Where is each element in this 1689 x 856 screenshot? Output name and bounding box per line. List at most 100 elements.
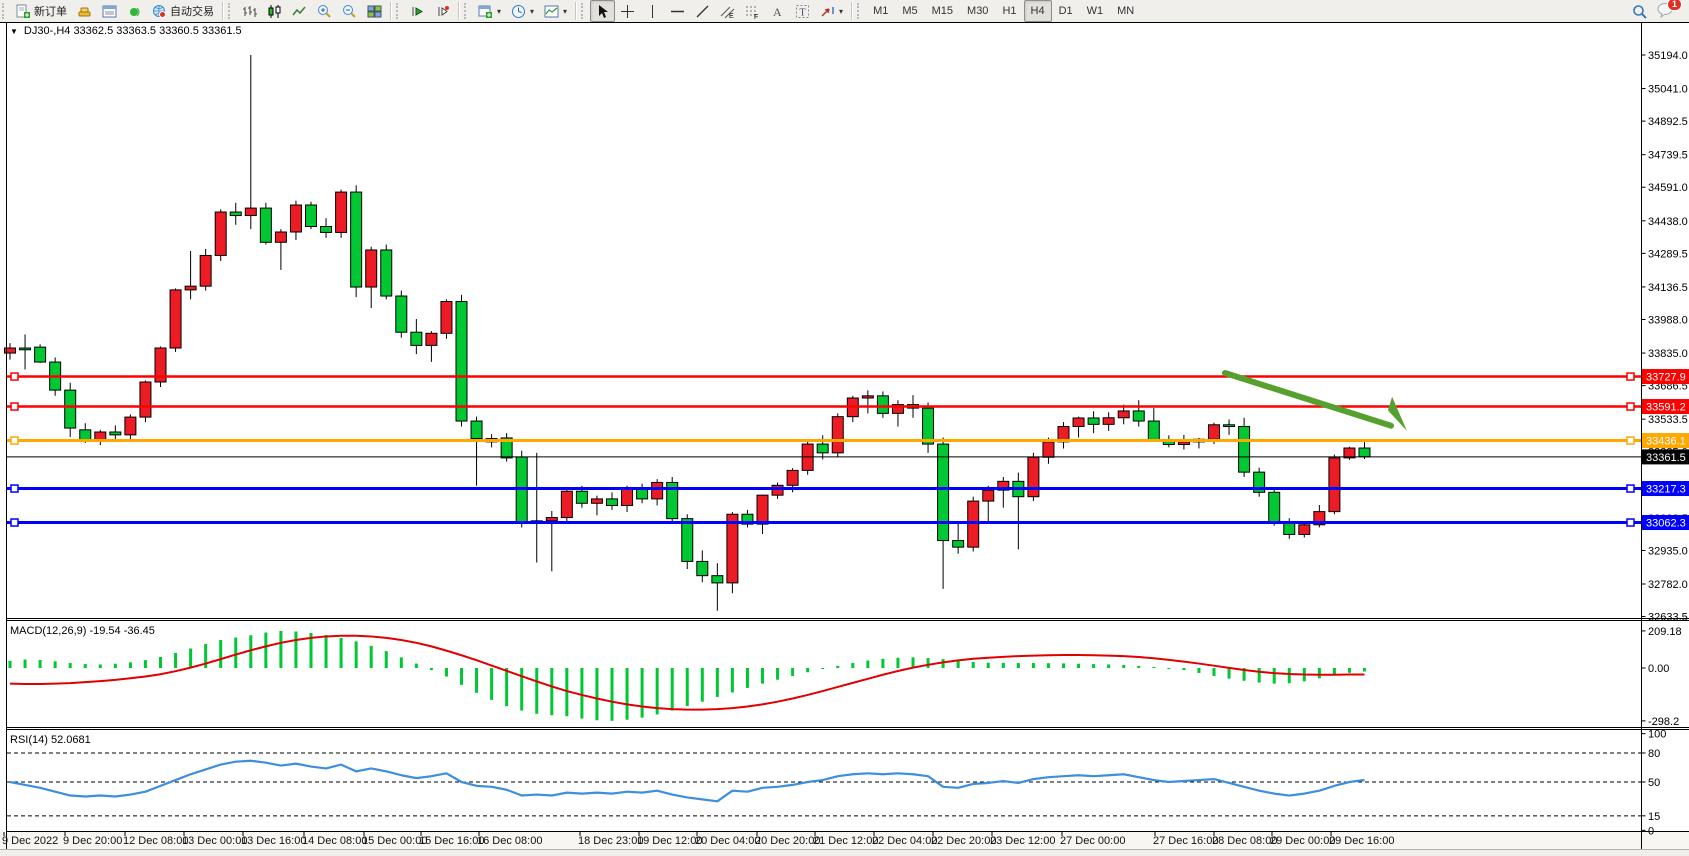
- macd-histogram-bar: [1348, 668, 1351, 673]
- data-window-button[interactable]: [97, 0, 122, 22]
- candle-body: [215, 212, 226, 255]
- template-icon: [544, 4, 559, 19]
- equidistant-channel-button[interactable]: E: [715, 0, 740, 22]
- rsi-line: [10, 761, 1365, 802]
- macd-histogram-bar: [957, 661, 960, 668]
- candle-body: [983, 490, 994, 501]
- price-chart-canvas[interactable]: 35194.035041.034892.534739.534591.034438…: [0, 22, 1689, 856]
- price-axis-label: 34591.0: [1648, 182, 1688, 194]
- chart-window[interactable]: 35194.035041.034892.534739.534591.034438…: [0, 22, 1689, 849]
- toolbar-separator: [458, 2, 459, 20]
- auto-scroll-button[interactable]: [405, 0, 430, 22]
- candle-body: [275, 232, 286, 242]
- zoom-in-button[interactable]: [312, 0, 337, 22]
- macd-histogram-bar: [1152, 667, 1155, 668]
- trendline-icon: [695, 4, 710, 19]
- period-button[interactable]: ▾: [506, 0, 539, 22]
- timeframe-d1-button[interactable]: D1: [1052, 0, 1080, 22]
- macd-histogram-bar: [294, 631, 297, 668]
- chart-shift-button[interactable]: [430, 0, 455, 22]
- macd-histogram-bar: [686, 668, 689, 706]
- time-axis-label: 20 Dec 04:00: [695, 835, 760, 847]
- new-chart-button[interactable]: ▾: [473, 0, 506, 22]
- timeframe-w1-button[interactable]: W1: [1080, 0, 1111, 22]
- candle-body: [65, 390, 76, 428]
- line-handle: [1627, 373, 1634, 380]
- timeframe-h4-button[interactable]: H4: [1024, 0, 1052, 22]
- candle-body: [561, 491, 572, 517]
- text-label-button[interactable]: T: [790, 0, 815, 22]
- candle-body: [1269, 492, 1280, 522]
- notifications-button[interactable]: 1: [1657, 2, 1675, 21]
- market-depth-button[interactable]: [72, 0, 97, 22]
- rsi-axis-label: 100: [1648, 729, 1666, 741]
- macd-histogram-bar: [279, 631, 282, 668]
- toolbar-separator: [222, 2, 223, 20]
- search-icon[interactable]: [1632, 4, 1647, 19]
- macd-histogram-bar: [234, 638, 237, 668]
- macd-histogram-bar: [174, 653, 177, 668]
- text-button[interactable]: A: [765, 0, 790, 22]
- candle-body: [245, 208, 256, 215]
- autotrading-button[interactable]: 自动交易: [147, 0, 219, 22]
- price-axis-label: 32633.5: [1648, 612, 1688, 624]
- period-icon: [511, 4, 526, 19]
- period-button-caret-icon[interactable]: ▾: [530, 7, 534, 16]
- market-depth-icon: [77, 4, 92, 19]
- candle-body: [336, 192, 347, 232]
- signals-button[interactable]: [122, 0, 147, 22]
- trendline-button[interactable]: [690, 0, 715, 22]
- new-chart-button-caret-icon[interactable]: ▾: [497, 7, 501, 16]
- toolbar-grip: [581, 3, 588, 19]
- timeframe-m1-button[interactable]: M1: [866, 0, 895, 22]
- fibonacci-icon: F: [745, 4, 760, 19]
- line-chart-button[interactable]: [287, 0, 312, 22]
- macd-histogram-bar: [1137, 666, 1140, 668]
- price-axis-label: 35194.0: [1648, 50, 1688, 62]
- template-button[interactable]: ▾: [539, 0, 572, 22]
- macd-histogram-bar: [9, 661, 12, 668]
- candlestick-chart-button[interactable]: [262, 0, 287, 22]
- new-order-button[interactable]: 新订单: [11, 0, 72, 22]
- timeframe-m30-button[interactable]: M30: [960, 0, 995, 22]
- bar-chart-button[interactable]: [237, 0, 262, 22]
- vertical-line-button[interactable]: [640, 0, 665, 22]
- macd-histogram-bar: [701, 668, 704, 702]
- timeframe-m5-button[interactable]: M5: [895, 0, 924, 22]
- candle-body: [1239, 427, 1250, 473]
- candle-body: [1133, 411, 1144, 421]
- candle-body: [968, 501, 979, 547]
- macd-histogram-bar: [1167, 668, 1170, 669]
- horizontal-line-icon: [670, 4, 685, 19]
- candle-body: [622, 489, 633, 505]
- price-tag-label: 33217.3: [1646, 484, 1686, 496]
- template-button-caret-icon[interactable]: ▾: [563, 7, 567, 16]
- arrows-button-caret-icon[interactable]: ▾: [839, 7, 843, 16]
- candle-body: [712, 576, 723, 583]
- zoom-out-button[interactable]: [337, 0, 362, 22]
- macd-histogram-bar: [1062, 663, 1065, 668]
- candle-body: [682, 519, 693, 562]
- main-toolbar: 新订单 自动交易 ▾ ▾ ▾ EFAT ▾ M1M5M15M30H1H4D1W1MN 1: [0, 0, 1689, 23]
- candle-body: [1299, 525, 1310, 535]
- macd-histogram-bar: [987, 663, 990, 668]
- macd-histogram-bar: [1092, 664, 1095, 668]
- timeframe-m15-button[interactable]: M15: [925, 0, 960, 22]
- toolbar-separator: [575, 2, 576, 20]
- candle-body: [877, 396, 888, 414]
- text-icon: A: [770, 4, 785, 19]
- cursor-button[interactable]: [590, 0, 615, 22]
- fibonacci-button[interactable]: F: [740, 0, 765, 22]
- timeframe-mn-button[interactable]: MN: [1110, 0, 1141, 22]
- candle-body: [1073, 418, 1084, 427]
- chevron-down-icon[interactable]: ▼: [10, 27, 18, 36]
- candle-body: [637, 489, 648, 499]
- candle-body: [396, 296, 407, 332]
- macd-histogram-bar: [159, 657, 162, 668]
- timeframe-h1-button[interactable]: H1: [995, 0, 1023, 22]
- arrows-button[interactable]: ▾: [815, 0, 848, 22]
- horizontal-line-button[interactable]: [665, 0, 690, 22]
- tile-windows-button[interactable]: [362, 0, 387, 22]
- macd-histogram-bar: [1363, 668, 1366, 671]
- crosshair-button[interactable]: [615, 0, 640, 22]
